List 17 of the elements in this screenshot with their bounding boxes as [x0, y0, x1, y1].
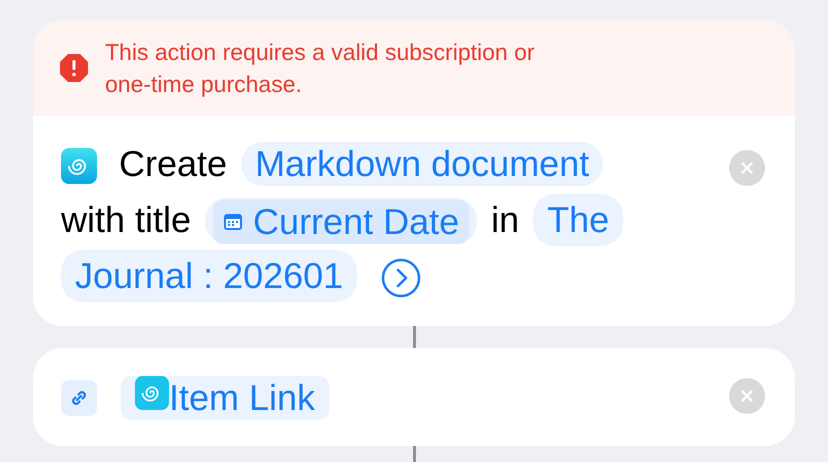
- link-icon: [61, 380, 97, 416]
- action-text: in: [491, 198, 520, 242]
- expand-button[interactable]: [381, 258, 422, 298]
- parameter-token[interactable]: Markdown document: [241, 142, 604, 186]
- variable-token[interactable]: Current Date: [205, 198, 478, 244]
- action-text: with title: [61, 198, 192, 242]
- action-text: Create: [119, 142, 228, 186]
- calendar-icon: [223, 212, 244, 232]
- variable-token[interactable]: Item Link: [121, 376, 330, 420]
- remove-action-button[interactable]: [729, 150, 765, 186]
- app-icon: [135, 376, 169, 410]
- remove-action-button[interactable]: [729, 378, 765, 414]
- parameter-token[interactable]: Journal : 202601: [61, 250, 358, 302]
- parameter-token[interactable]: The: [533, 194, 624, 246]
- warning-icon: [59, 53, 89, 83]
- warning-message: This action requires a valid subscription or one-time purchase.: [105, 38, 536, 99]
- app-icon: [61, 148, 97, 184]
